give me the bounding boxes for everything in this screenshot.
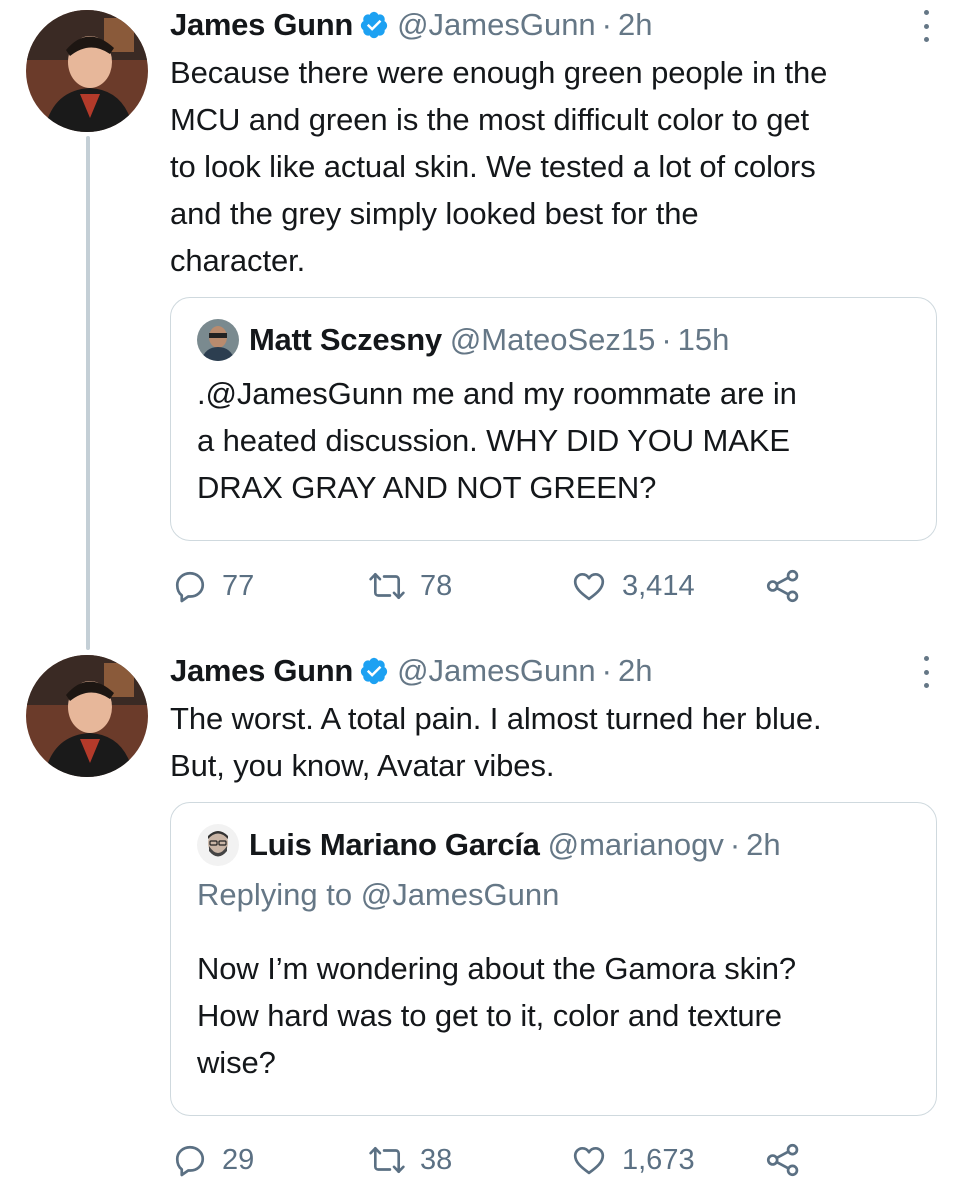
quoted-text-line: How hard was to get to it, color and tex…	[197, 998, 782, 1033]
like-count: 1,673	[622, 1143, 695, 1176]
author-name[interactable]: James Gunn	[170, 7, 353, 43]
tweet-text-line: character.	[170, 243, 306, 278]
tweet-2[interactable]: James Gunn @JamesGunn · 2h The worst. A …	[0, 640, 964, 1200]
separator-dot: ·	[601, 653, 612, 688]
quoted-author-name: Matt Sczesny	[249, 322, 442, 357]
replying-to-mention: @JamesGunn	[360, 877, 560, 912]
tweet-text-line: and the grey simply looked best for the	[170, 196, 699, 231]
author-handle[interactable]: @JamesGunn	[397, 7, 596, 43]
separator-dot: ·	[601, 7, 612, 42]
verified-badge-icon	[359, 10, 389, 40]
verified-badge-icon	[359, 656, 389, 686]
quoted-author-avatar	[197, 824, 239, 866]
like-icon	[573, 1146, 605, 1175]
quoted-author-handle: @marianogv	[547, 827, 724, 862]
tweet-1[interactable]: James Gunn @JamesGunn · 2h Because there…	[0, 0, 964, 650]
quoted-tweet-header: Matt Sczesny @MateoSez15 · 15h	[197, 319, 910, 361]
retweet-icon	[369, 1146, 405, 1174]
replying-to: Replying to @JamesGunn	[197, 871, 910, 919]
like-button[interactable]: 3,414	[570, 568, 695, 604]
author-avatar[interactable]	[26, 10, 148, 132]
share-button[interactable]	[764, 1141, 802, 1179]
retweet-button[interactable]: 78	[368, 568, 452, 604]
quoted-text-line: .@JamesGunn me and my roommate are in	[197, 376, 797, 411]
retweet-icon	[369, 572, 405, 600]
replying-to-label: Replying to	[197, 877, 353, 912]
quoted-text-line: Now I’m wondering about the Gamora skin?	[197, 951, 797, 986]
tweet-text: The worst. A total pain. I almost turned…	[170, 695, 936, 789]
quoted-tweet-header: Luis Mariano García @marianogv · 2h	[197, 824, 910, 866]
tweet-header: James Gunn @JamesGunn · 2h	[170, 650, 936, 692]
quoted-tweet-time: 15h	[677, 322, 730, 357]
separator-dot: ·	[729, 827, 741, 862]
quoted-tweet-text: .@JamesGunn me and my roommate are in a …	[197, 370, 910, 511]
tweet-text-line: The worst. A total pain. I almost turned…	[170, 701, 822, 736]
reply-button[interactable]: 77	[172, 568, 254, 604]
like-count: 3,414	[622, 569, 695, 602]
tweet-time[interactable]: 2h	[618, 653, 652, 689]
quoted-text-line: a heated discussion. WHY DID YOU MAKE	[197, 423, 791, 458]
share-button[interactable]	[764, 567, 802, 605]
quoted-tweet[interactable]: Matt Sczesny @MateoSez15 · 15h .@JamesGu…	[170, 297, 937, 541]
retweet-count: 78	[420, 569, 453, 602]
retweet-count: 38	[420, 1143, 453, 1176]
tweet-header: James Gunn @JamesGunn · 2h	[170, 4, 936, 46]
like-icon	[573, 572, 605, 601]
more-options-icon[interactable]	[916, 656, 936, 688]
retweet-button[interactable]: 38	[368, 1142, 452, 1178]
tweet-text-line: to look like actual skin. We tested a lo…	[170, 149, 816, 184]
more-options-icon[interactable]	[916, 10, 936, 42]
share-icon	[766, 569, 799, 603]
quoted-author-avatar	[197, 319, 239, 361]
reply-icon	[175, 1145, 205, 1177]
quoted-author-handle: @MateoSez15	[449, 322, 656, 357]
reply-count: 29	[222, 1143, 255, 1176]
quoted-tweet-time: 2h	[746, 827, 781, 862]
author-name[interactable]: James Gunn	[170, 653, 353, 689]
tweet-text-line: Because there were enough green people i…	[170, 55, 828, 90]
tweet-text-line: But, you know, Avatar vibes.	[170, 748, 555, 783]
reply-icon	[175, 571, 205, 603]
quoted-tweet[interactable]: Luis Mariano García @marianogv · 2h Repl…	[170, 802, 937, 1116]
tweet-text-line: MCU and green is the most difficult colo…	[170, 102, 810, 137]
quoted-text-line: DRAX GRAY AND NOT GREEN?	[197, 470, 657, 505]
like-button[interactable]: 1,673	[570, 1142, 695, 1178]
quoted-author-name: Luis Mariano García	[249, 827, 540, 862]
quoted-tweet-text: Now I’m wondering about the Gamora skin?…	[197, 945, 910, 1086]
share-icon	[766, 1143, 799, 1177]
tweet-time[interactable]: 2h	[618, 7, 652, 43]
reply-button[interactable]: 29	[172, 1142, 254, 1178]
thread-line	[86, 136, 90, 650]
reply-count: 77	[222, 569, 255, 602]
separator-dot: ·	[661, 322, 672, 357]
tweet-text: Because there were enough green people i…	[170, 49, 936, 284]
author-handle[interactable]: @JamesGunn	[397, 653, 596, 689]
author-avatar[interactable]	[26, 655, 148, 777]
quoted-text-line: wise?	[197, 1045, 276, 1080]
